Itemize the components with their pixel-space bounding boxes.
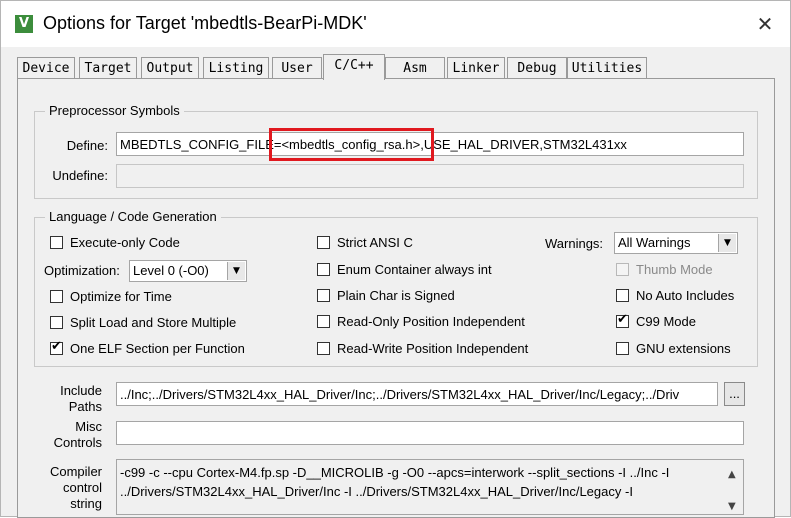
- tab-utilities[interactable]: Utilities: [567, 57, 647, 79]
- tab-output[interactable]: Output: [141, 57, 199, 79]
- warnings-value: All Warnings: [618, 235, 691, 250]
- c99-mode-label: C99 Mode: [636, 314, 696, 329]
- compiler-control-label-line2: control: [62, 480, 102, 495]
- tab-target[interactable]: Target: [79, 57, 137, 79]
- window-title: Options for Target 'mbedtls-BearPi-MDK': [43, 13, 367, 33]
- plain-char-checkbox[interactable]: [317, 289, 330, 302]
- misc-controls-label-line1: Misc: [75, 419, 102, 434]
- rwpi-checkbox[interactable]: [317, 342, 330, 355]
- tab-debug[interactable]: Debug: [507, 57, 567, 79]
- include-paths-input[interactable]: ../Inc;../Drivers/STM32L4xx_HAL_Driver/I…: [116, 382, 718, 406]
- title-bar: V Options for Target 'mbedtls-BearPi-MDK…: [1, 1, 790, 47]
- no-auto-includes-checkbox[interactable]: [616, 289, 629, 302]
- gnu-extensions-checkbox[interactable]: [616, 342, 629, 355]
- warnings-label: Warnings:: [545, 236, 604, 251]
- one-elf-label: One ELF Section per Function: [70, 341, 245, 356]
- one-elf-checkbox[interactable]: ✔: [50, 339, 63, 355]
- rwpi-label: Read-Write Position Independent: [337, 341, 529, 356]
- plain-char-label: Plain Char is Signed: [337, 288, 455, 303]
- scroll-down-icon[interactable]: ▼: [728, 497, 736, 514]
- split-load-label: Split Load and Store Multiple: [70, 315, 237, 330]
- misc-controls-label-line2: Controls: [53, 435, 102, 450]
- misc-controls-label: Misc Controls: [38, 419, 102, 451]
- include-paths-label-line1: Include: [60, 383, 102, 398]
- check-icon: ✔: [51, 339, 62, 354]
- options-dialog: V Options for Target 'mbedtls-BearPi-MDK…: [0, 0, 791, 518]
- undefine-input[interactable]: [116, 164, 744, 188]
- thumb-mode-label: Thumb Mode: [636, 262, 713, 277]
- scroll-up-icon[interactable]: ▲: [728, 465, 736, 484]
- thumb-mode-checkbox: [616, 263, 629, 276]
- define-label: Define:: [66, 138, 108, 153]
- compiler-control-label-line3: string: [70, 496, 102, 511]
- red-highlight-box: [269, 128, 434, 161]
- gnu-extensions-label: GNU extensions: [636, 341, 731, 356]
- enum-container-checkbox[interactable]: [317, 263, 330, 276]
- preprocessor-legend: Preprocessor Symbols: [45, 103, 184, 118]
- tab-linker[interactable]: Linker: [447, 57, 505, 79]
- tab-device[interactable]: Device: [17, 57, 75, 79]
- keil-app-icon: V: [15, 15, 33, 33]
- include-paths-label: Include Paths: [38, 383, 102, 415]
- compiler-control-textbox[interactable]: -c99 -c --cpu Cortex-M4.fp.sp -D__MICROL…: [116, 459, 744, 515]
- ropi-checkbox[interactable]: [317, 315, 330, 328]
- compiler-control-line1: -c99 -c --cpu Cortex-M4.fp.sp -D__MICROL…: [120, 465, 670, 480]
- compiler-control-scrollbar[interactable]: ▲ ▼: [725, 461, 742, 513]
- language-legend: Language / Code Generation: [45, 209, 221, 224]
- chevron-down-icon[interactable]: ▼: [227, 262, 245, 280]
- compiler-control-line2: ../Drivers/STM32L4xx_HAL_Driver/Inc -I .…: [120, 484, 633, 499]
- include-paths-label-line2: Paths: [68, 399, 102, 414]
- compiler-control-label-line1: Compiler: [49, 464, 102, 479]
- tab-user[interactable]: User: [272, 57, 322, 79]
- split-load-checkbox[interactable]: [50, 316, 63, 329]
- execute-only-checkbox[interactable]: [50, 236, 63, 249]
- undefine-label: Undefine:: [52, 168, 108, 183]
- optimization-combo[interactable]: Level 0 (-O0) ▼: [129, 260, 247, 282]
- tab-asm[interactable]: Asm: [385, 57, 445, 79]
- warnings-combo[interactable]: All Warnings ▼: [614, 232, 738, 254]
- no-auto-includes-label: No Auto Includes: [636, 288, 735, 303]
- check-icon: ✔: [617, 312, 628, 327]
- tab-c-cpp[interactable]: C/C++: [323, 54, 385, 80]
- optimization-label: Optimization:: [44, 263, 120, 278]
- close-icon[interactable]: ✕: [752, 11, 778, 37]
- optimization-value: Level 0 (-O0): [133, 263, 209, 278]
- strict-ansi-label: Strict ANSI C: [337, 235, 413, 250]
- compiler-control-label: Compiler control string: [38, 464, 102, 512]
- browse-include-button[interactable]: ...: [724, 382, 745, 406]
- tab-listing[interactable]: Listing: [203, 57, 269, 79]
- ropi-label: Read-Only Position Independent: [337, 314, 525, 329]
- misc-controls-input[interactable]: [116, 421, 744, 445]
- strict-ansi-checkbox[interactable]: [317, 236, 330, 249]
- optimize-time-checkbox[interactable]: [50, 290, 63, 303]
- chevron-down-icon[interactable]: ▼: [718, 234, 736, 252]
- c-cpp-panel: Preprocessor Symbols Define: MBEDTLS_CON…: [17, 78, 775, 518]
- c99-mode-checkbox[interactable]: ✔: [616, 312, 629, 328]
- enum-container-label: Enum Container always int: [337, 262, 492, 277]
- execute-only-label: Execute-only Code: [70, 235, 180, 250]
- optimize-time-label: Optimize for Time: [70, 289, 172, 304]
